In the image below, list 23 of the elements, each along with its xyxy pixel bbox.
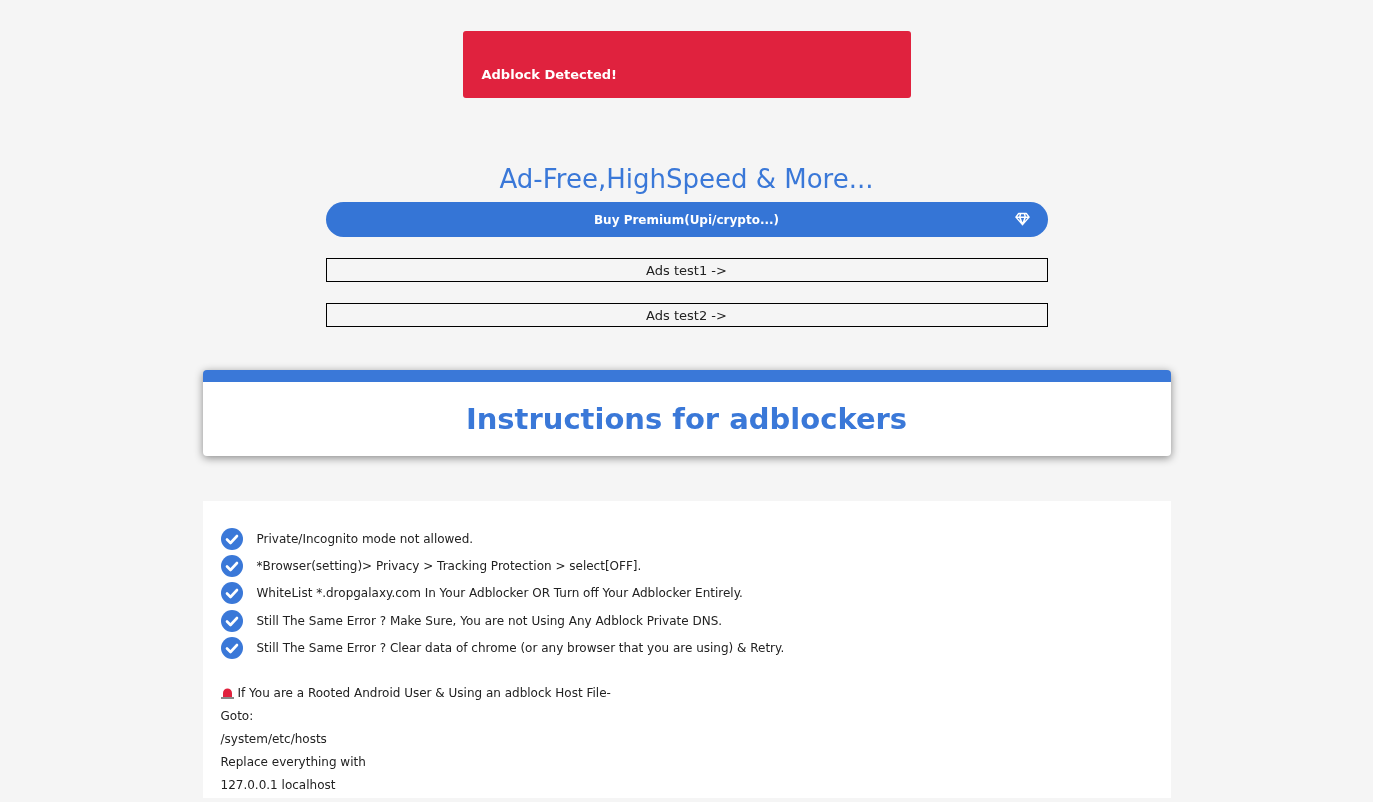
note-text: Replace everything with xyxy=(220,755,366,769)
card-title: Instructions for adblockers xyxy=(465,402,908,436)
check-icon xyxy=(220,554,243,577)
checklist-text: WhiteList *.dropgalaxy.com In Your Adblocker OR Turn off Your Adblocker Entirely. xyxy=(256,586,743,601)
checklist-text: Private/Incognito mode not allowed. xyxy=(256,531,474,546)
note-text: /system/etc/hosts xyxy=(220,732,327,746)
check-icon xyxy=(220,636,243,659)
siren-icon xyxy=(220,687,234,699)
promo-heading: Ad-Free,HighSpeed & More... xyxy=(499,164,874,194)
note-text: Goto: xyxy=(220,709,254,723)
check-icon xyxy=(220,527,243,550)
check-icon xyxy=(220,609,243,632)
ads-test-button[interactable]: Ads test2 -> xyxy=(325,303,1048,327)
checklist-text: Still The Same Error ? Clear data of chrome (or any browser that you are using) & Retry. xyxy=(256,640,785,655)
checklist-text: *Browser(setting)> Privacy > Tracking Protection > select[OFF]. xyxy=(256,558,642,573)
note-text: 127.0.0.1 localhost xyxy=(220,778,336,792)
buy-premium-button[interactable]: Buy Premium(Upi/crypto...) xyxy=(325,202,1048,237)
ads-test-button[interactable]: Ads test1 -> xyxy=(325,258,1048,282)
checklist-text: Still The Same Error ? Make Sure, You are not Using Any Adblock Private DNS. xyxy=(256,613,723,628)
check-icon xyxy=(220,582,243,605)
warning-text: If You are a Rooted Android User & Using an adblock Host File- xyxy=(237,686,611,700)
diamond-icon xyxy=(1014,212,1030,226)
alert-text: Adblock Detected! xyxy=(481,67,618,82)
